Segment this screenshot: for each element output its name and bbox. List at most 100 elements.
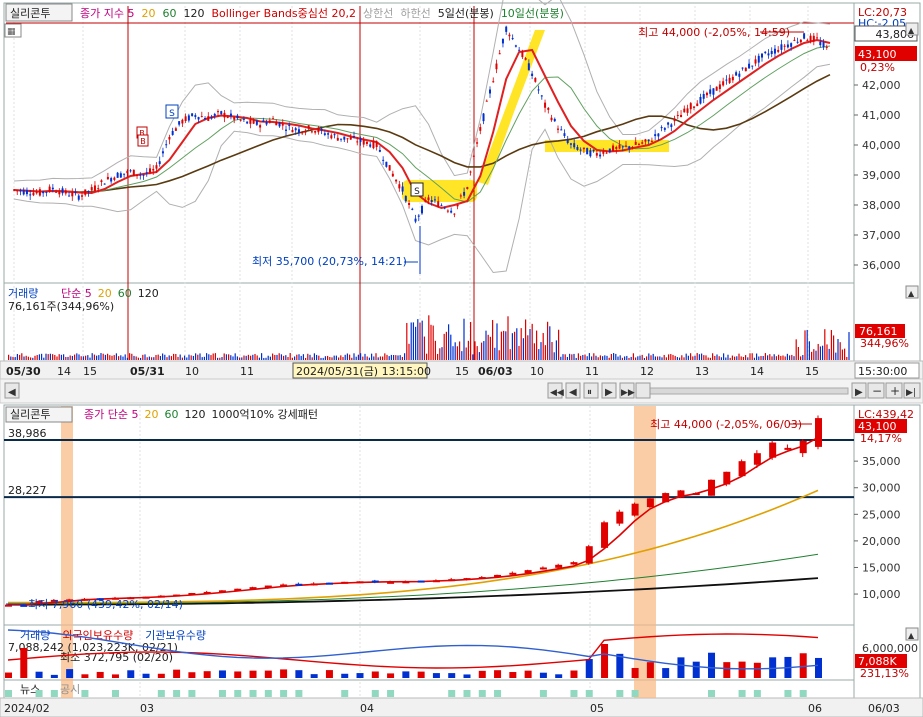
- news-marker[interactable]: [448, 690, 456, 697]
- volume-bar: [153, 357, 155, 360]
- candle-body: [822, 42, 825, 48]
- volume-bar: [672, 354, 674, 360]
- candle-body: [129, 170, 132, 172]
- news-marker[interactable]: [81, 690, 89, 697]
- candle-body: [145, 172, 148, 174]
- news-marker[interactable]: [5, 690, 12, 697]
- volume-bar: [254, 353, 256, 360]
- scroll-track[interactable]: [637, 387, 849, 395]
- volume-bar: [393, 354, 395, 360]
- volume-bar: [10, 356, 12, 360]
- volume-bar: [690, 353, 692, 360]
- news-marker[interactable]: [387, 690, 395, 697]
- volume-bar: [720, 357, 722, 360]
- chart-canvas[interactable]: SSBB실리콘투 종가 지수 5 20 60 120 Bollinger Bands중심선…: [0, 0, 923, 717]
- news-marker[interactable]: [738, 690, 746, 697]
- candle-body: [702, 94, 705, 99]
- volume-bar: [646, 356, 648, 360]
- volume-bar: [218, 670, 226, 678]
- volume-bar: [371, 671, 379, 678]
- x-tick-label: 10: [530, 365, 544, 378]
- candle-body: [634, 141, 637, 145]
- volume-bar: [280, 669, 288, 678]
- news-marker[interactable]: [341, 690, 349, 697]
- candle-body: [555, 564, 563, 568]
- volume-bar: [261, 353, 263, 360]
- sell-marker-label: S: [414, 187, 420, 197]
- news-marker[interactable]: [264, 690, 272, 697]
- volume-bar: [524, 670, 532, 678]
- change-pct-badge: 0,23%: [860, 61, 895, 74]
- volume-bar: [87, 355, 89, 360]
- volume-bar: [107, 353, 109, 360]
- news-marker[interactable]: [616, 690, 624, 697]
- volume-bar: [558, 329, 560, 360]
- news-marker[interactable]: [50, 690, 58, 697]
- news-marker[interactable]: [188, 690, 196, 697]
- candle-body: [670, 124, 673, 128]
- candle-body: [647, 139, 650, 142]
- scroll-thumb[interactable]: [635, 382, 651, 399]
- news-marker[interactable]: [585, 690, 593, 697]
- candle-body: [456, 204, 459, 207]
- candle-body: [378, 149, 381, 152]
- volume-bar: [342, 357, 344, 360]
- volume-bar: [544, 345, 546, 360]
- candle-body: [336, 137, 339, 141]
- candle-body: [741, 67, 744, 69]
- news-marker[interactable]: [631, 690, 639, 697]
- news-marker[interactable]: [539, 690, 547, 697]
- volume-bar: [30, 357, 32, 360]
- volume-bar: [344, 354, 346, 360]
- candle-body: [644, 139, 647, 142]
- volume-bar: [613, 353, 615, 360]
- candle-body: [61, 188, 64, 194]
- news-marker[interactable]: [157, 690, 165, 697]
- candle-body: [411, 208, 414, 210]
- news-marker[interactable]: [478, 690, 486, 697]
- candle-body: [553, 118, 556, 122]
- news-marker[interactable]: [249, 690, 257, 697]
- candle-body: [268, 120, 271, 123]
- news-marker[interactable]: [218, 690, 226, 697]
- volume-bar: [38, 354, 40, 360]
- volume-bar: [637, 356, 639, 360]
- volume-bar: [236, 356, 238, 360]
- news-marker[interactable]: [753, 690, 761, 697]
- news-marker[interactable]: [371, 690, 379, 697]
- candle-body: [174, 128, 177, 131]
- volume-bar: [401, 356, 403, 360]
- news-marker[interactable]: [295, 690, 303, 697]
- candle-body: [327, 133, 330, 135]
- buy-marker-label: B: [140, 137, 146, 146]
- candle-body: [754, 59, 757, 64]
- news-marker[interactable]: [35, 690, 43, 697]
- volume-bar: [646, 662, 654, 678]
- volume-bar: [448, 673, 456, 678]
- volume-bar: [272, 353, 274, 360]
- volume-bar: [538, 349, 540, 360]
- news-marker[interactable]: [799, 690, 807, 697]
- volume-bar: [387, 673, 395, 678]
- candle-body: [748, 63, 751, 69]
- candle-body: [371, 580, 379, 583]
- volume-bar: [395, 355, 397, 360]
- candle-body: [424, 200, 427, 202]
- news-marker[interactable]: [708, 690, 716, 697]
- y-tick-label: 10,000: [862, 588, 901, 601]
- news-marker[interactable]: [570, 690, 578, 697]
- news-marker[interactable]: [463, 690, 471, 697]
- volume-bar: [417, 319, 419, 360]
- news-marker[interactable]: [234, 690, 242, 697]
- bottom-x-axis: [0, 697, 923, 717]
- news-marker[interactable]: [111, 690, 119, 697]
- volume-bar: [214, 353, 216, 360]
- volume-bar: [212, 353, 214, 360]
- news-marker[interactable]: [784, 690, 792, 697]
- news-marker[interactable]: [280, 690, 288, 697]
- news-marker[interactable]: [494, 690, 502, 697]
- volume-bar: [723, 662, 731, 678]
- news-marker[interactable]: [173, 690, 181, 697]
- candle-body: [417, 215, 420, 217]
- candle-body: [281, 123, 284, 126]
